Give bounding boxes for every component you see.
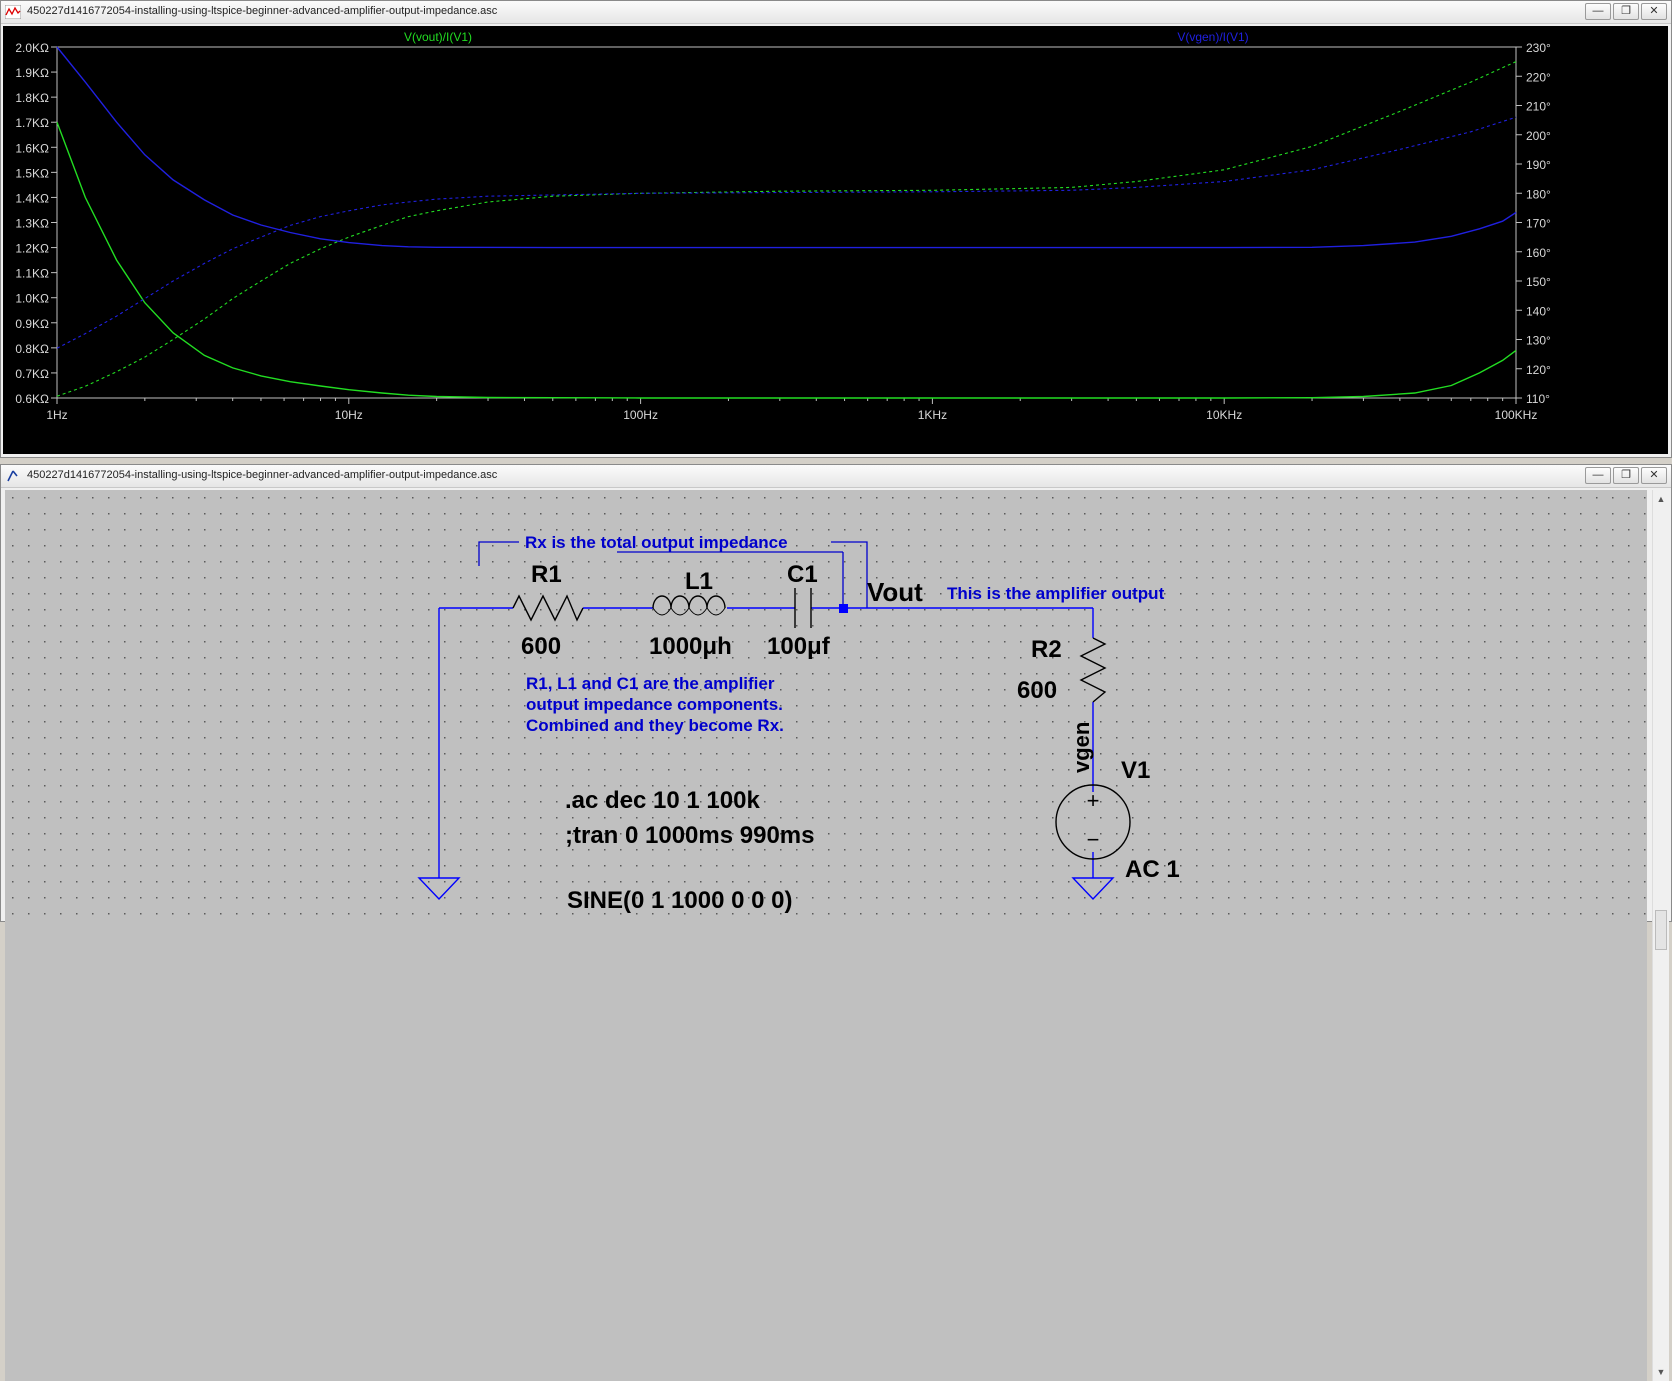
r1-value: 600 <box>521 633 561 660</box>
waveform-plot-area[interactable]: 2.0KΩ 1.9KΩ 1.8KΩ 1.7KΩ 1.6KΩ 1.5KΩ 1.4KΩ 1.3KΩ… <box>3 26 1668 454</box>
restore-button[interactable]: ❐ <box>1613 467 1639 484</box>
left-axis-tick-label: 1.1KΩ <box>15 267 49 281</box>
x-axis-tick-label: 1Hz <box>46 408 67 422</box>
magnitude-trace[interactable] <box>56 46 1517 249</box>
right-axis-tick-label: 140° <box>1526 304 1551 318</box>
phase-trace[interactable] <box>56 116 1517 349</box>
components-comment-line2: output impedance components. <box>526 695 783 714</box>
r2-value: 600 <box>1017 677 1057 704</box>
waveform-chart[interactable]: 2.0KΩ 1.9KΩ 1.8KΩ 1.7KΩ 1.6KΩ 1.5KΩ 1.4KΩ 1.3KΩ… <box>3 26 1668 454</box>
right-axis-tick-label: 230° <box>1526 41 1551 55</box>
restore-button[interactable]: ❐ <box>1613 3 1639 20</box>
left-axis-tick-label: 1.7KΩ <box>15 116 49 130</box>
legend-trace-label[interactable]: V(vgen)/I(V1) <box>1177 30 1248 44</box>
right-axis-tick-label: 170° <box>1526 217 1551 231</box>
l1-value: 1000μh <box>649 633 732 660</box>
left-axis-tick-label: 1.8KΩ <box>15 91 49 105</box>
schematic-drawing[interactable]: + − R1 600 L1 1000μh C1 100μf Vout R2 60… <box>5 490 1647 920</box>
schematic-window-title: 450227d1416772054-installing-using-ltspi… <box>27 469 498 481</box>
plot-frame <box>56 46 1517 399</box>
vertical-scrollbar[interactable]: ▲ ▼ <box>1652 490 1669 1381</box>
vout-label: Vout <box>867 577 923 607</box>
scroll-up-icon[interactable]: ▲ <box>1656 494 1666 504</box>
components-comment-line3: Combined and they become Rx. <box>526 716 784 735</box>
minimize-button[interactable]: — <box>1585 467 1611 484</box>
x-axis-tick-label: 100KHz <box>1495 408 1538 422</box>
right-axis-tick-label: 200° <box>1526 129 1551 143</box>
legend-trace-label[interactable]: V(vout)/I(V1) <box>404 30 472 44</box>
v1-name: V1 <box>1121 757 1150 784</box>
minimize-button[interactable]: — <box>1585 3 1611 20</box>
waveform-app-icon <box>5 5 21 19</box>
magnitude-trace[interactable] <box>56 121 1517 399</box>
v1-minus-sign: − <box>1087 827 1100 852</box>
v1-value: AC 1 <box>1125 856 1180 883</box>
left-axis-tick-label: 1.9KΩ <box>15 66 49 80</box>
tran-directive[interactable]: ;tran 0 1000ms 990ms <box>565 822 815 849</box>
plot-window: 450227d1416772054-installing-using-ltspi… <box>0 0 1672 458</box>
left-axis-tick-label: 0.6KΩ <box>15 392 49 406</box>
left-axis-tick-label: 1.0KΩ <box>15 292 49 306</box>
left-axis-tick-label: 1.5KΩ <box>15 166 49 180</box>
x-axis-tick-label: 10KHz <box>1206 408 1242 422</box>
rx-total-comment: Rx is the total output impedance <box>525 533 788 552</box>
plot-window-title: 450227d1416772054-installing-using-ltspi… <box>27 5 498 17</box>
left-axis-tick-label: 1.4KΩ <box>15 191 49 205</box>
schematic-app-icon <box>7 470 18 482</box>
right-axis-tick-label: 160° <box>1526 246 1551 260</box>
right-axis-tick-label: 120° <box>1526 363 1551 377</box>
right-axis-tick-label: 110° <box>1526 392 1550 406</box>
c1-name: C1 <box>787 561 818 588</box>
x-axis-tick-label: 100Hz <box>623 408 658 422</box>
scroll-down-icon[interactable]: ▼ <box>1656 1367 1666 1377</box>
left-axis-tick-label: 0.7KΩ <box>15 367 49 381</box>
close-button[interactable]: ✕ <box>1641 3 1667 20</box>
vgen-net-label: vgen <box>1069 722 1094 773</box>
plot-window-titlebar[interactable]: 450227d1416772054-installing-using-ltspi… <box>1 1 1671 24</box>
right-axis-tick-label: 220° <box>1526 70 1551 84</box>
left-axis-tick-label: 0.9KΩ <box>15 317 49 331</box>
components-comment-line1: R1, L1 and C1 are the amplifier <box>526 674 775 693</box>
schematic-window: 450227d1416772054-installing-using-ltspi… <box>0 464 1672 1381</box>
left-axis-tick-label: 1.3KΩ <box>15 217 49 231</box>
scroll-thumb[interactable] <box>1655 910 1667 950</box>
schematic-window-titlebar[interactable]: 450227d1416772054-installing-using-ltspi… <box>1 465 1671 488</box>
right-axis-tick-label: 210° <box>1526 100 1551 114</box>
v1-plus-sign: + <box>1087 788 1100 813</box>
right-axis-tick-label: 150° <box>1526 275 1551 289</box>
sine-source-spec[interactable]: SINE(0 1 1000 0 0 0) <box>567 887 792 914</box>
grid-dots <box>5 490 1647 920</box>
close-button[interactable]: ✕ <box>1641 467 1667 484</box>
x-axis-tick-label: 1KHz <box>918 408 947 422</box>
left-axis-tick-label: 0.8KΩ <box>15 342 49 356</box>
c1-value: 100μf <box>767 633 831 660</box>
right-axis-tick-label: 180° <box>1526 187 1551 201</box>
vout-node-marker[interactable] <box>839 604 848 613</box>
ac-directive[interactable]: .ac dec 10 1 100k <box>565 787 760 814</box>
right-axis-tick-label: 130° <box>1526 334 1551 348</box>
r1-name: R1 <box>531 561 562 588</box>
left-axis-tick-label: 1.6KΩ <box>15 141 49 155</box>
left-axis-tick-label: 2.0KΩ <box>15 41 49 55</box>
r2-name: R2 <box>1031 636 1062 663</box>
x-axis-tick-label: 10Hz <box>335 408 363 422</box>
l1-name: L1 <box>685 568 713 595</box>
left-axis-tick-label: 1.2KΩ <box>15 242 49 256</box>
right-axis-tick-label: 190° <box>1526 158 1551 172</box>
schematic-canvas[interactable]: + − R1 600 L1 1000μh C1 100μf Vout R2 60… <box>5 490 1647 1381</box>
amp-output-comment: This is the amplifier output <box>947 584 1165 603</box>
